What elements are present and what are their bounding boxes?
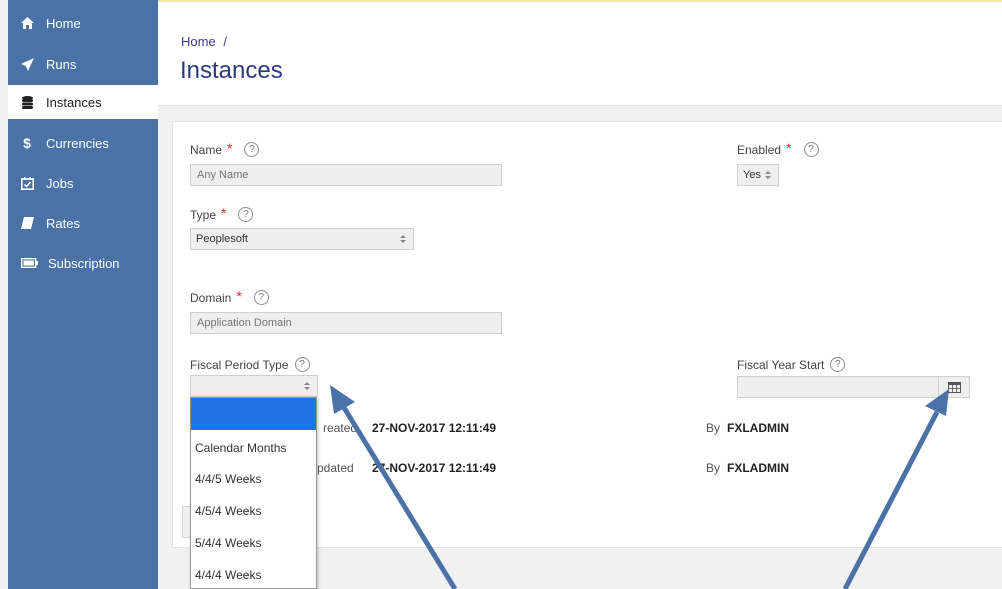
breadcrumb-separator: / [223, 34, 227, 49]
updated-value: 27-NOV-2017 12:11:49 [372, 461, 497, 475]
database-icon [20, 95, 34, 109]
sidebar-item-instances[interactable]: Instances [8, 85, 158, 119]
help-icon[interactable]: ? [253, 290, 269, 305]
page-title: Instances [180, 57, 283, 84]
required-marker: * [236, 288, 242, 304]
sidebar-item-subscription[interactable]: Subscription [8, 246, 158, 280]
sidebar-item-jobs[interactable]: Jobs [8, 166, 158, 200]
breadcrumb: Home / [181, 34, 227, 49]
required-marker: * [227, 140, 233, 156]
name-input[interactable] [190, 164, 502, 186]
breadcrumb-home-link[interactable]: Home [181, 34, 216, 49]
battery-icon [20, 256, 38, 270]
dropdown-option[interactable]: 4/4/5 Weeks [191, 463, 316, 495]
sidebar: Home Runs Instances $ Currencies Jobs Ra… [8, 0, 158, 589]
dollar-icon: $ [23, 135, 31, 151]
sidebar-item-label: Subscription [48, 255, 120, 271]
dropdown-option[interactable]: 4/4/4 Weeks [191, 559, 316, 589]
required-marker: * [221, 205, 227, 221]
created-value: 27-NOV-2017 12:11:49 [372, 421, 497, 435]
enabled-label-text: Enabled [737, 143, 782, 157]
page-header: Home / Instances [158, 0, 1002, 106]
updown-caret-icon [393, 229, 413, 249]
dropdown-option[interactable]: Calendar Months [191, 432, 316, 464]
required-marker: * [786, 140, 792, 156]
rocket-icon [20, 57, 34, 71]
calendar-icon [947, 381, 961, 393]
domain-label: Domain * ? [190, 288, 269, 305]
domain-input[interactable] [190, 312, 502, 334]
fiscal-period-type-label: Fiscal Period Type ? [190, 357, 310, 372]
sidebar-item-rates[interactable]: Rates [8, 206, 158, 240]
calendar-button[interactable] [938, 376, 970, 398]
help-icon[interactable]: ? [238, 207, 254, 222]
created-by-label: By [706, 421, 721, 435]
enabled-label: Enabled * ? [737, 140, 819, 157]
updown-caret-icon [758, 165, 778, 185]
help-icon[interactable]: ? [244, 142, 260, 157]
fiscal-period-type-dropdown: Calendar Months 4/4/5 Weeks 4/5/4 Weeks … [190, 397, 317, 589]
dropdown-option[interactable]: 4/5/4 Weeks [191, 495, 316, 527]
type-select[interactable]: Peoplesoft [190, 228, 414, 250]
updated-label: pdated [317, 461, 354, 475]
enabled-select[interactable]: Yes [737, 164, 779, 186]
fiscal-year-start-label-text: Fiscal Year Start [737, 358, 825, 372]
dropdown-option[interactable] [191, 398, 316, 430]
fiscal-period-type-select[interactable] [190, 375, 318, 397]
sidebar-item-label: Home [46, 15, 81, 31]
type-label: Type * ? [190, 205, 254, 222]
updown-caret-icon [297, 376, 317, 396]
fiscal-period-type-label-text: Fiscal Period Type [190, 358, 289, 372]
help-icon[interactable]: ? [294, 357, 310, 372]
type-select-value: Peoplesoft [196, 233, 248, 245]
type-label-text: Type [190, 208, 217, 222]
calendar-check-icon [20, 176, 34, 190]
sidebar-item-label: Jobs [46, 175, 74, 191]
dropdown-option[interactable]: 5/4/4 Weeks [191, 527, 316, 559]
fiscal-year-start-label: Fiscal Year Start ? [737, 357, 846, 372]
created-by-value: FXLADMIN [727, 421, 789, 435]
domain-label-text: Domain [190, 291, 232, 305]
updated-by-value: FXLADMIN [727, 461, 789, 475]
sidebar-item-label: Runs [46, 56, 77, 72]
help-icon[interactable]: ? [830, 357, 846, 372]
sidebar-item-label: Rates [46, 215, 80, 231]
name-label-text: Name [190, 143, 223, 157]
name-label: Name * ? [190, 140, 260, 157]
created-label: reated [323, 421, 358, 435]
sidebar-item-currencies[interactable]: $ Currencies [8, 126, 158, 160]
book-icon [20, 216, 34, 230]
fiscal-year-start-input[interactable] [737, 376, 939, 398]
updated-by-label: By [706, 461, 721, 475]
sidebar-item-label: Currencies [46, 135, 109, 151]
home-icon [20, 16, 34, 30]
sidebar-item-home[interactable]: Home [8, 6, 158, 40]
sidebar-item-label: Instances [46, 94, 102, 110]
help-icon[interactable]: ? [803, 142, 819, 157]
sidebar-item-runs[interactable]: Runs [8, 47, 158, 81]
